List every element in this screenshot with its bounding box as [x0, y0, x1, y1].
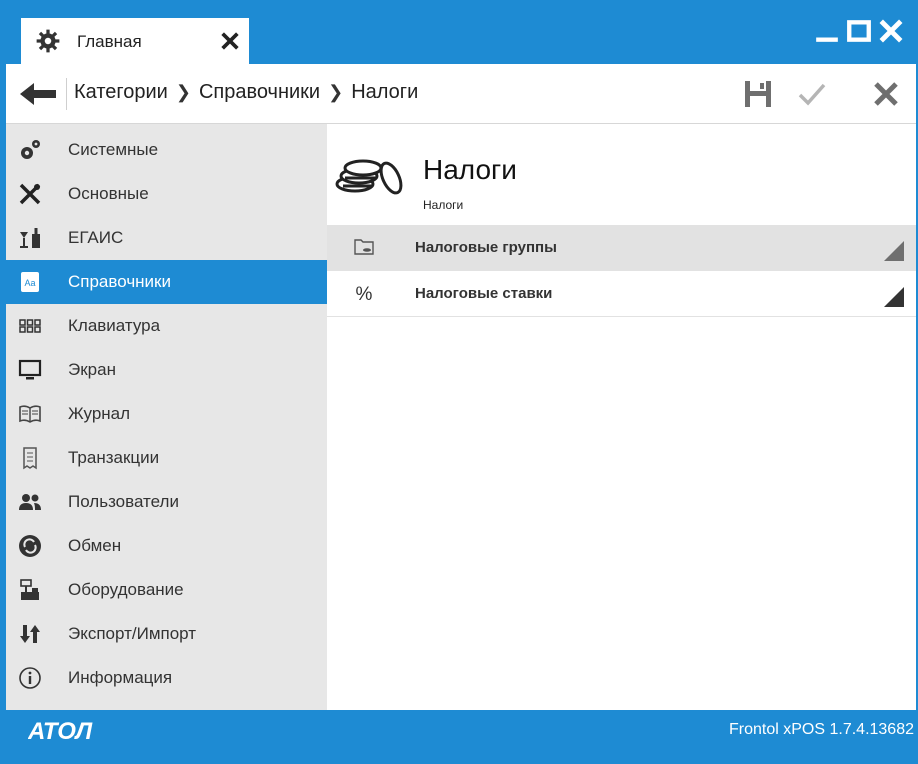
sidebar-item-users[interactable]: Пользователи [6, 480, 327, 524]
book-icon [19, 405, 41, 423]
svg-text:%: % [356, 284, 373, 303]
list-item-label: Налоговые ставки [415, 285, 553, 302]
svg-text:АТОЛ: АТОЛ [28, 718, 93, 742]
save-icon[interactable] [742, 78, 774, 110]
page-subtitle: Налоги [423, 198, 464, 212]
sidebar-item-journal[interactable]: Журнал [6, 392, 327, 436]
gears-icon [21, 140, 40, 159]
divider [66, 78, 67, 110]
sidebar-item-label: Справочники [68, 272, 171, 291]
breadcrumb-bar: Категории ❯ Справочники ❯ Налоги [6, 64, 916, 124]
maximize-icon[interactable] [846, 18, 872, 44]
cash-register-icon [20, 579, 39, 600]
sidebar-item-egais[interactable]: ЕГАИС [6, 216, 327, 260]
sidebar-item-equipment[interactable]: Оборудование [6, 568, 327, 612]
bottles-icon [20, 228, 40, 248]
breadcrumb-item-references[interactable]: Справочники [199, 81, 320, 103]
corner-triangle-icon [884, 287, 904, 307]
sidebar-item-label: Обмен [68, 536, 122, 555]
sidebar-item-label: Клавиатура [68, 316, 161, 335]
monitor-icon [18, 359, 42, 380]
sidebar-item-label: Транзакции [68, 448, 160, 467]
sidebar-item-screen[interactable]: Экран [6, 348, 327, 392]
atol-logo: АТОЛ [28, 718, 93, 742]
keyboard-icon [19, 319, 41, 333]
sync-icon [19, 535, 41, 557]
sidebar-item-label: Основные [68, 184, 149, 203]
list-item-tax-rates[interactable]: % Налоговые ставки [327, 271, 916, 317]
tab-main[interactable]: Главная [21, 18, 249, 64]
breadcrumb: Категории ❯ Справочники ❯ Налоги [74, 81, 418, 104]
sidebar-item-label: Пользователи [68, 492, 179, 511]
sidebar-item-label: Экспорт/Импорт [68, 624, 197, 643]
folder-icon [354, 239, 374, 255]
back-arrow-icon[interactable] [18, 82, 58, 106]
list-item-tax-groups[interactable]: Налоговые группы [327, 225, 916, 271]
sidebar-item-system[interactable]: Системные [6, 128, 327, 172]
main-content: Налоги Налоги Налоговые группы % Налогов… [327, 124, 916, 710]
export-import-icon [20, 625, 40, 643]
sidebar-item-keyboard[interactable]: Клавиатура [6, 304, 327, 348]
app-window: Главная Категории ❯ Справочники ❯ Налоги [6, 6, 916, 750]
sidebar: Системные Основные ЕГАИС Aa Справочники [6, 124, 327, 710]
sidebar-item-label: Системные [68, 140, 159, 159]
users-icon [19, 494, 41, 510]
title-bar: Главная [6, 6, 916, 64]
info-icon [19, 667, 41, 689]
percent-icon: % [356, 284, 373, 303]
svg-text:Aa: Aa [24, 278, 35, 288]
sidebar-item-label: Оборудование [68, 580, 184, 599]
sidebar-item-exchange[interactable]: Обмен [6, 524, 327, 568]
minimize-icon[interactable] [814, 18, 840, 44]
chevron-right-icon: ❯ [175, 82, 191, 102]
tab-label: Главная [77, 32, 142, 51]
cancel-icon[interactable] [870, 78, 902, 110]
page-title: Налоги [423, 154, 517, 185]
sidebar-item-label: Журнал [68, 404, 131, 423]
version-label: Frontol xPOS 1.7.4.13682 [729, 721, 914, 738]
sidebar-item-label: ЕГАИС [68, 228, 124, 247]
sidebar-item-export-import[interactable]: Экспорт/Импорт [6, 612, 327, 656]
tools-icon [19, 183, 41, 205]
corner-triangle-icon [884, 241, 904, 261]
receipt-icon [23, 447, 37, 470]
sidebar-item-information[interactable]: Информация [6, 656, 327, 700]
sidebar-item-basic[interactable]: Основные [6, 172, 327, 216]
sidebar-item-references[interactable]: Aa Справочники [6, 260, 327, 304]
sidebar-item-transactions[interactable]: Транзакции [6, 436, 327, 480]
close-window-icon[interactable] [878, 18, 904, 44]
status-bar: АТОЛ Frontol xPOS 1.7.4.13682 [6, 710, 916, 750]
gear-icon [36, 29, 60, 53]
checkmark-icon[interactable] [796, 78, 828, 110]
list-item-label: Налоговые группы [415, 239, 557, 256]
tab-close-icon[interactable] [219, 30, 241, 52]
coins-icon [335, 159, 403, 195]
breadcrumb-item-taxes: Налоги [351, 81, 419, 103]
dictionary-icon: Aa [21, 272, 39, 292]
chevron-right-icon: ❯ [328, 82, 344, 102]
sidebar-item-label: Информация [68, 668, 173, 687]
breadcrumb-item-categories[interactable]: Категории [74, 81, 168, 103]
sidebar-item-label: Экран [68, 360, 116, 379]
